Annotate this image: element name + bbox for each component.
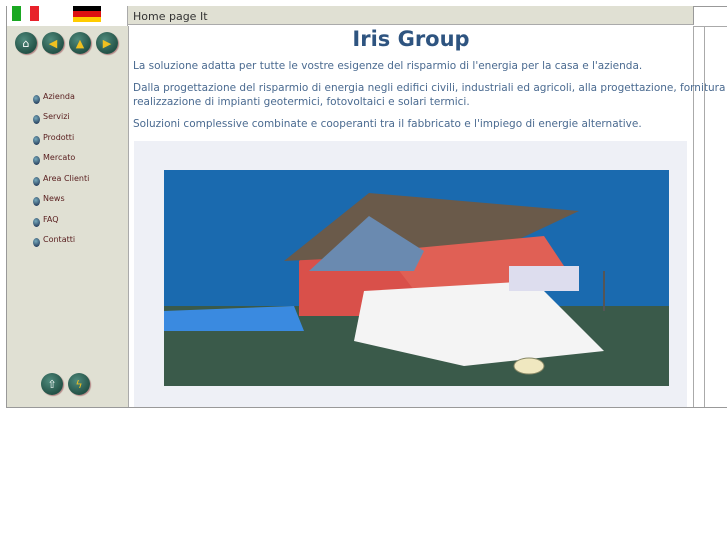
bullet-icon xyxy=(33,238,40,247)
nav-item-azienda[interactable]: Azienda xyxy=(33,92,75,104)
bullet-icon xyxy=(33,177,40,186)
divider xyxy=(704,26,705,407)
nav-item-news[interactable]: News xyxy=(33,194,65,206)
page-title: Iris Group xyxy=(352,27,470,51)
nav-item-faq[interactable]: FAQ xyxy=(33,215,59,227)
nav-item-area-clienti[interactable]: Area Clienti xyxy=(33,174,89,186)
intro-text: La soluzione adatta per tutte le vostre … xyxy=(133,60,643,72)
divider xyxy=(694,26,727,27)
nav-item-servizi[interactable]: Servizi xyxy=(33,112,70,124)
description-line-1: Dalla progettazione del risparmio di ene… xyxy=(133,82,727,94)
home-button[interactable]: ⌂ xyxy=(15,32,37,54)
up-button[interactable]: ▲ xyxy=(69,32,91,54)
bullet-icon xyxy=(33,136,40,145)
italian-flag[interactable] xyxy=(12,6,39,21)
nav-item-contatti[interactable]: Contatti xyxy=(33,235,75,247)
nav-item-prodotti[interactable]: Prodotti xyxy=(33,133,74,145)
german-flag[interactable] xyxy=(73,6,101,22)
back-button[interactable]: ◀ xyxy=(42,32,64,54)
language-bar xyxy=(7,6,128,27)
description-line-2: realizzazione di impianti geotermici, fo… xyxy=(133,96,470,108)
bullet-icon xyxy=(33,156,40,165)
bullet-icon xyxy=(33,218,40,227)
bullet-icon xyxy=(33,95,40,104)
flash-button[interactable]: ϟ xyxy=(68,373,90,395)
main-content: Iris Group La soluzione adatta per tutte… xyxy=(128,26,727,407)
page-header: Home page It xyxy=(128,6,694,25)
top-button[interactable]: ⇧ xyxy=(41,373,63,395)
sidebar: ⌂ ◀ ▲ ▶ Azienda Servizi Prodotti Mercato… xyxy=(6,26,129,407)
bullet-icon xyxy=(33,115,40,124)
nav-item-mercato[interactable]: Mercato xyxy=(33,153,75,165)
bullet-icon xyxy=(33,197,40,206)
house-illustration xyxy=(134,141,687,407)
solutions-text: Soluzioni complessive combinate e cooper… xyxy=(133,118,642,130)
forward-button[interactable]: ▶ xyxy=(96,32,118,54)
